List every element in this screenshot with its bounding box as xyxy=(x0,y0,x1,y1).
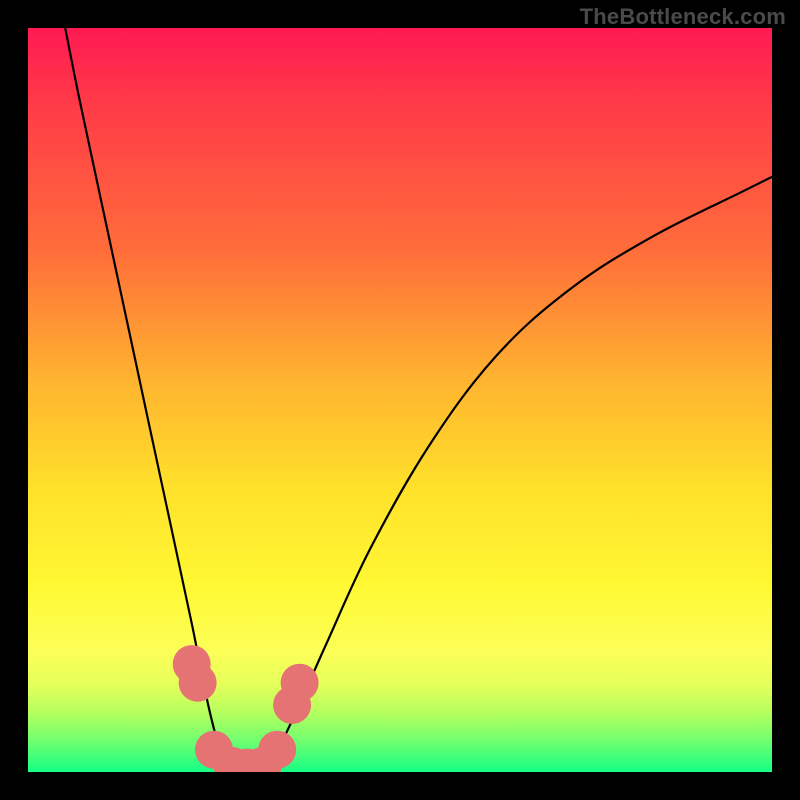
chart-svg xyxy=(28,28,772,772)
valley-right-dot-1 xyxy=(258,731,296,769)
chart-plot-area xyxy=(28,28,772,772)
watermark-label: TheBottleneck.com xyxy=(580,4,786,30)
chart-frame: TheBottleneck.com xyxy=(0,0,800,800)
curve-path xyxy=(65,28,772,772)
left-wall-dot-lower xyxy=(179,664,217,702)
right-wall-dot-upper xyxy=(281,664,319,702)
marker-layer xyxy=(173,645,319,772)
